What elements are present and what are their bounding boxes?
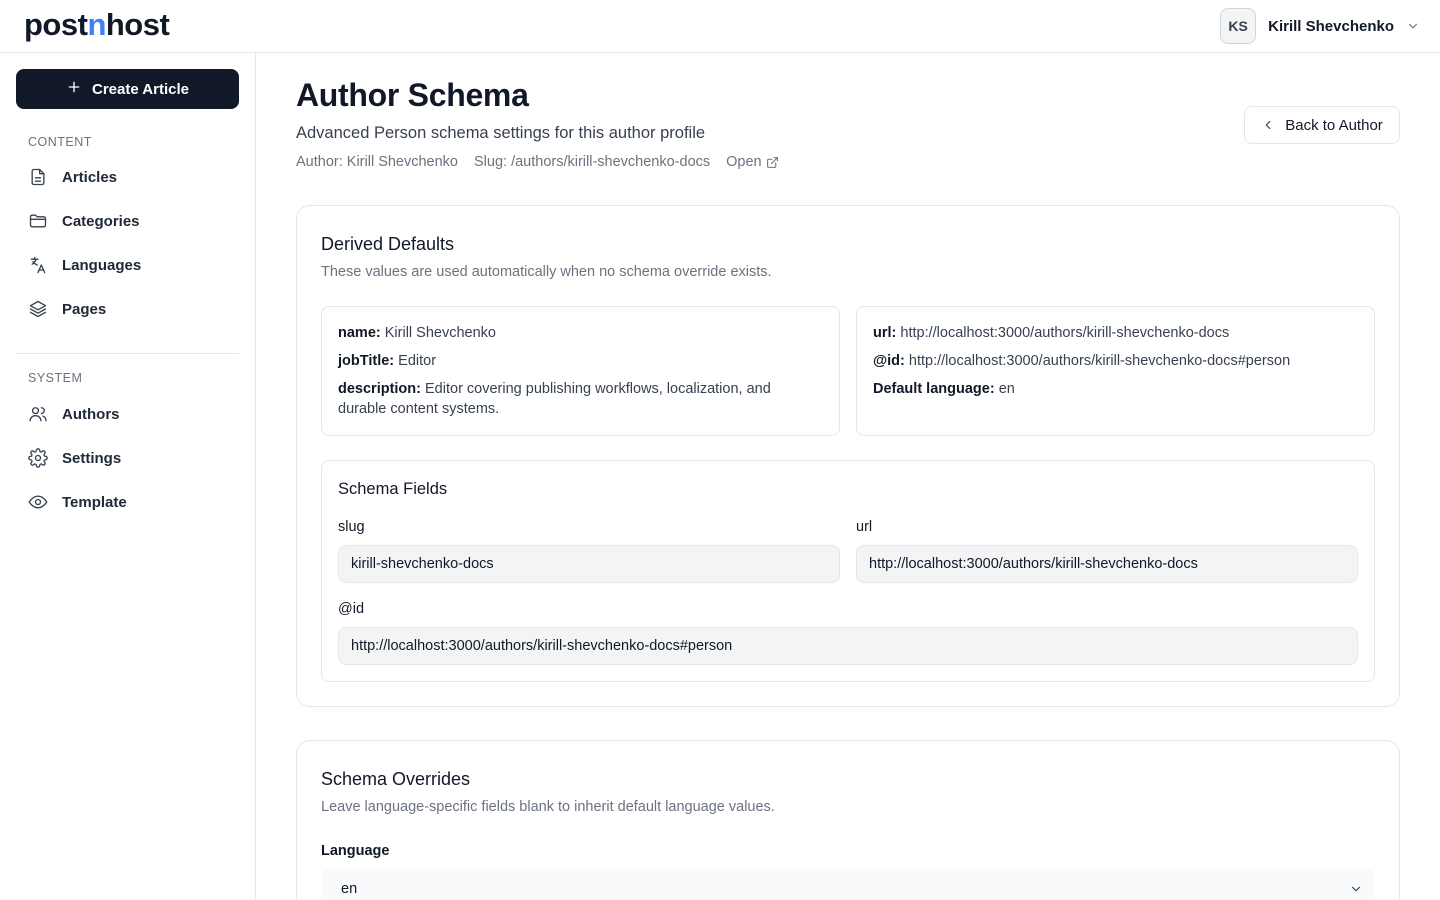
chevron-down-icon <box>1406 19 1420 33</box>
sidebar-divider <box>16 353 239 354</box>
translate-icon <box>30 256 46 274</box>
section-label-system: SYSTEM <box>28 371 83 385</box>
derived-value: http://localhost:3000/authors/kirill-she… <box>900 325 1230 341</box>
derived-jobtitle-line: jobTitle: Editor <box>338 351 823 371</box>
chevron-down-icon <box>1351 886 1361 892</box>
derived-defaults-title: Derived Defaults <box>321 234 455 254</box>
sidebar-item-pages[interactable]: Pages <box>16 291 239 327</box>
meta-row: Author: Kirill Shevchenko Slug: /authors… <box>296 154 779 170</box>
derived-value: en <box>998 381 1015 397</box>
slug-label: slug <box>338 519 365 535</box>
open-link[interactable]: Open <box>726 154 778 170</box>
users-icon <box>29 407 47 422</box>
derived-defaults-right-box: url: http://localhost:3000/authors/kiril… <box>856 306 1375 436</box>
slug-input[interactable] <box>338 545 840 583</box>
derived-defaults-left-box: name: Kirill Shevchenko jobTitle: Editor… <box>321 306 840 436</box>
back-to-author-button[interactable]: Back to Author <box>1244 106 1400 144</box>
app-logo[interactable]: postnhost <box>24 7 170 42</box>
derived-id-line: @id: http://localhost:3000/authors/kiril… <box>873 351 1358 371</box>
language-select[interactable]: en <box>321 869 1375 900</box>
sidebar: Create Article CONTENT Articles Categori… <box>0 53 256 900</box>
derived-language-line: Default language: en <box>873 379 1358 399</box>
derived-url-line: url: http://localhost:3000/authors/kiril… <box>873 323 1358 343</box>
id-input[interactable] <box>338 627 1358 665</box>
sidebar-item-label: Pages <box>62 300 107 318</box>
sidebar-item-label: Articles <box>62 168 118 186</box>
derived-value: Editor <box>398 353 437 369</box>
sidebar-item-label: Settings <box>62 449 122 467</box>
logo-part-1: post <box>24 7 88 42</box>
page-title: Author Schema <box>296 77 529 113</box>
derived-key: name: <box>338 325 381 341</box>
plus-icon <box>66 79 82 99</box>
create-article-button[interactable]: Create Article <box>16 69 239 109</box>
layers-icon <box>29 300 47 318</box>
schema-overrides-description: Leave language-specific fields blank to … <box>321 799 775 815</box>
derived-key: jobTitle: <box>338 353 395 369</box>
gear-icon <box>28 448 48 468</box>
url-label: url <box>856 519 873 535</box>
derived-defaults-description: These values are used automatically when… <box>321 264 772 280</box>
page-subtitle: Advanced Person schema settings for this… <box>296 124 706 142</box>
user-name: Kirill Shevchenko <box>1268 17 1394 35</box>
main-content: Author Schema Advanced Person schema set… <box>256 53 1440 900</box>
top-bar: postnhost KS Kirill Shevchenko <box>0 0 1440 53</box>
derived-value: http://localhost:3000/authors/kirill-she… <box>908 353 1291 369</box>
logo-part-3: host <box>105 7 170 42</box>
document-icon <box>31 168 45 186</box>
sidebar-item-articles[interactable]: Articles <box>16 159 239 195</box>
sidebar-item-authors[interactable]: Authors <box>16 396 239 432</box>
sidebar-item-label: Languages <box>62 256 142 274</box>
sidebar-item-languages[interactable]: Languages <box>16 247 239 283</box>
sidebar-item-categories[interactable]: Categories <box>16 203 239 239</box>
derived-defaults-card: Derived Defaults These values are used a… <box>296 205 1400 707</box>
schema-overrides-title: Schema Overrides <box>321 769 471 789</box>
chevron-left-icon <box>1265 120 1271 130</box>
id-label: @id <box>338 601 365 617</box>
sidebar-item-label: Template <box>62 493 127 511</box>
folder-icon <box>29 214 47 228</box>
derived-value: Kirill Shevchenko <box>384 325 496 341</box>
language-selected-value: en <box>341 881 358 897</box>
schema-fields-box: Schema Fields slug url @id <box>321 460 1375 682</box>
derived-key: Default language: <box>873 381 995 397</box>
avatar: KS <box>1220 8 1257 44</box>
sidebar-item-label: Authors <box>62 405 120 423</box>
schema-overrides-card: Schema Overrides Leave language-specific… <box>296 740 1400 900</box>
section-label-content: CONTENT <box>28 135 92 149</box>
derived-key: @id: <box>873 353 905 369</box>
sidebar-item-settings[interactable]: Settings <box>16 440 239 476</box>
derived-description-line: description: Editor covering publishing … <box>338 379 823 419</box>
logo-part-2: n <box>87 7 106 42</box>
language-label: Language <box>321 843 390 859</box>
external-link-icon <box>766 156 778 168</box>
derived-key: url: <box>873 325 897 341</box>
sidebar-item-label: Categories <box>62 212 140 230</box>
url-input[interactable] <box>856 545 1358 583</box>
open-label: Open <box>726 154 762 170</box>
sidebar-item-template[interactable]: Template <box>16 484 239 520</box>
create-article-label: Create Article <box>92 80 189 98</box>
user-menu[interactable]: KS Kirill Shevchenko <box>1220 8 1420 44</box>
schema-fields-title: Schema Fields <box>338 480 448 498</box>
derived-key: description: <box>338 381 421 397</box>
eye-icon <box>28 495 48 509</box>
back-to-author-label: Back to Author <box>1285 116 1383 134</box>
slug-meta: Slug: /authors/kirill-shevchenko-docs <box>474 154 711 170</box>
author-meta: Author: Kirill Shevchenko <box>296 154 458 170</box>
derived-name-line: name: Kirill Shevchenko <box>338 323 823 343</box>
